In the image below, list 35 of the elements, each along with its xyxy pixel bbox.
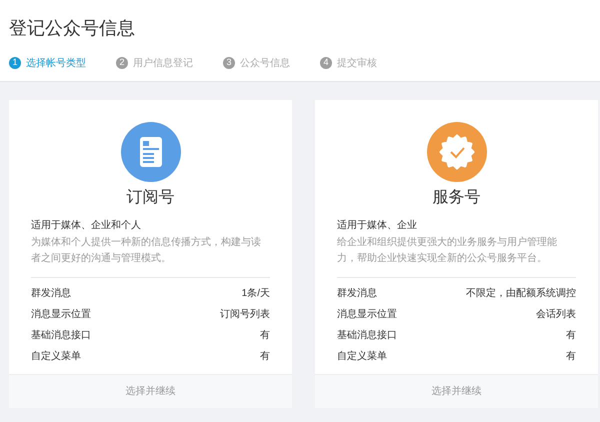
feature-label: 消息显示位置 xyxy=(31,308,91,322)
feature-label: 自定义菜单 xyxy=(337,350,387,364)
feature-value: 订阅号列表 xyxy=(220,308,270,322)
step-label: 提交审核 xyxy=(337,56,377,70)
document-icon xyxy=(120,122,180,182)
feature-value: 会话列表 xyxy=(536,308,576,322)
feature-label: 基础消息接口 xyxy=(337,328,397,343)
step-number[interactable]: 2 xyxy=(116,57,128,69)
feature-label: 消息显示位置 xyxy=(337,308,397,322)
audience-text: 适用于媒体、企业 xyxy=(337,218,418,233)
card-title: 订阅号 xyxy=(126,188,174,208)
audience-text: 适用于媒体、企业和个人 xyxy=(31,218,142,233)
feature-label: 群发消息 xyxy=(31,286,71,301)
step-number[interactable]: 3 xyxy=(223,57,235,69)
step-number[interactable]: 1 xyxy=(9,57,21,69)
description-text: 给企业和组织提供更强大的业务服务与用户管理能力，帮助企业快速实现全新的公众号服务平台。 xyxy=(337,236,558,266)
feature-label: 基础消息接口 xyxy=(31,328,91,343)
step-label: 公众号信息 xyxy=(240,56,290,70)
feature-value: 有 xyxy=(260,329,270,343)
step-label: 用户信息登记 xyxy=(133,56,193,70)
select-continue-button[interactable]: 选择并继续 xyxy=(9,374,292,408)
feature-value: 1条/天 xyxy=(242,287,270,301)
feature-label: 自定义菜单 xyxy=(31,350,81,364)
feature-label: 群发消息 xyxy=(337,286,377,301)
feature-value: 有 xyxy=(260,350,270,364)
step-label: 选择帐号类型 xyxy=(26,56,86,70)
select-continue-button[interactable]: 选择并继续 xyxy=(315,374,598,408)
step-number[interactable]: 4 xyxy=(320,57,332,69)
card-title: 服务号 xyxy=(432,188,480,208)
page-title: 登记公众号信息 xyxy=(9,17,136,39)
feature-value: 有 xyxy=(566,329,576,343)
badge-check-icon xyxy=(426,122,486,182)
description-text: 为媒体和个人提供一种新的信息传播方式，构建与读者之间更好的沟通与管理模式。 xyxy=(31,236,262,266)
feature-value: 有 xyxy=(566,350,576,364)
feature-value: 不限定，由配额系统调控 xyxy=(466,286,576,301)
